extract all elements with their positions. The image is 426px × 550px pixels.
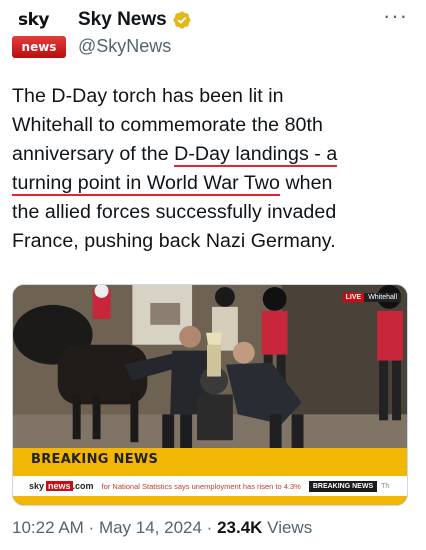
underlined-text: turning point in World War Two: [12, 172, 280, 196]
tweet-text-segment: when: [279, 172, 333, 194]
breaking-news-label: BREAKING NEWS: [31, 452, 159, 467]
banner-strip: [13, 496, 407, 505]
tweet-line: Whitehall to commemorate the 80th: [12, 114, 323, 136]
display-name[interactable]: Sky News: [78, 9, 167, 31]
tweet-meta: 10:22 AM · May 14, 2024 · 23.4K Views: [12, 518, 312, 538]
meta-separator: ·: [83, 518, 99, 537]
verified-badge-icon: [173, 11, 191, 29]
tweet-text: The D-Day torch has been lit in Whitehal…: [12, 82, 412, 256]
ticker-tag: BREAKING NEWS: [308, 480, 378, 492]
tweet-line: the allied forces successfully invaded: [12, 201, 337, 223]
avatar-news-text: news: [12, 36, 66, 58]
news-ticker: sky news .com for National Statistics sa…: [13, 476, 407, 496]
views-count[interactable]: 23.4K: [217, 518, 262, 537]
tweet-line: The D-Day torch has been lit in: [12, 85, 284, 107]
tweet-date[interactable]: May 14, 2024: [99, 518, 202, 537]
location-label: Whitehall: [364, 293, 401, 302]
tweet-media-image[interactable]: LIVE Whitehall BREAKING NEWS sky news .c…: [12, 284, 408, 506]
live-label: LIVE: [342, 293, 365, 302]
ticker-tail: Th: [381, 482, 390, 490]
avatar-sky-text: sky: [18, 10, 50, 30]
tweet-line: turning point in World War Two when: [12, 169, 412, 198]
ticker-logo-sky: sky: [29, 481, 45, 491]
tweet-line: France, pushing back Nazi Germany.: [12, 230, 336, 252]
tweet-line: anniversary of the D-Day landings - a: [12, 140, 412, 169]
meta-separator: ·: [201, 518, 218, 537]
avatar[interactable]: sky news: [10, 8, 68, 60]
underlined-text: D-Day landings - a: [174, 143, 338, 167]
ticker-logo: sky news .com: [29, 479, 94, 493]
ticker-logo-com: .com: [72, 481, 94, 491]
views-label: Views: [262, 518, 313, 537]
ticker-text: for National Statistics says unemploymen…: [101, 481, 301, 491]
live-badge: LIVE Whitehall: [342, 293, 401, 302]
tweet-text-segment: anniversary of the: [12, 143, 175, 165]
handle[interactable]: @SkyNews: [78, 36, 171, 57]
more-options-icon[interactable]: ···: [383, 5, 408, 27]
name-row: Sky News: [78, 8, 192, 32]
tweet-header: sky news Sky News @SkyNews ···: [10, 5, 416, 60]
tweet-time[interactable]: 10:22 AM: [12, 518, 84, 537]
ticker-logo-news: news: [46, 481, 73, 491]
